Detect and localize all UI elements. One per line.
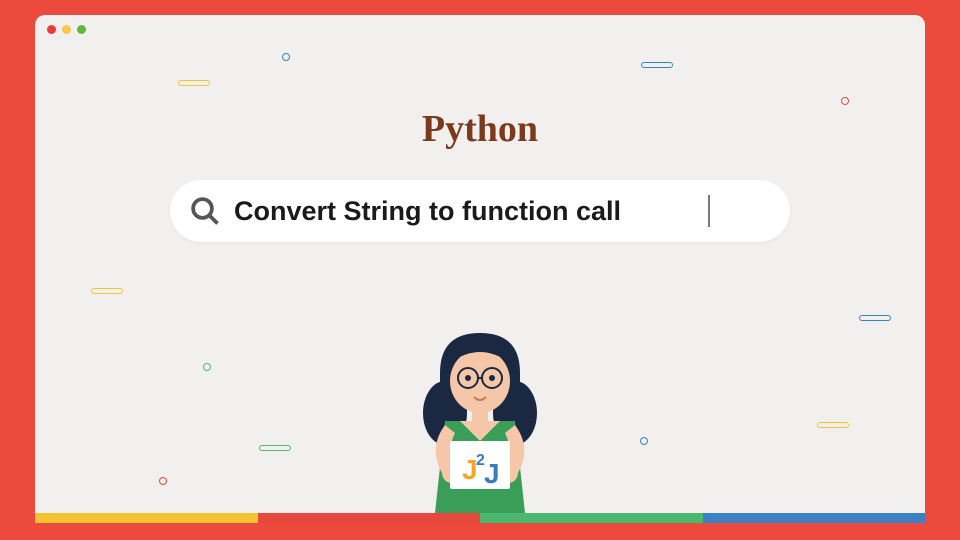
deco-circle — [159, 477, 167, 485]
text-cursor — [708, 195, 710, 227]
deco-pill — [91, 288, 123, 294]
close-dot — [47, 25, 56, 34]
deco-pill — [859, 315, 891, 321]
bottom-stripe — [35, 513, 925, 523]
deco-pill — [641, 62, 673, 68]
search-text: Convert String to function call — [234, 196, 700, 227]
search-bar[interactable]: Convert String to function call — [170, 180, 790, 242]
browser-window: Python Convert String to function call — [35, 15, 925, 523]
deco-circle — [282, 53, 290, 61]
search-icon — [190, 196, 220, 226]
logo-j2: J — [484, 458, 500, 489]
title-bar — [35, 15, 925, 43]
minimize-dot — [62, 25, 71, 34]
deco-pill — [817, 422, 849, 428]
deco-circle — [841, 97, 849, 105]
woman-illustration: J 2 J — [390, 313, 570, 513]
deco-circle — [203, 363, 211, 371]
deco-circle — [640, 437, 648, 445]
deco-pill — [259, 445, 291, 451]
maximize-dot — [77, 25, 86, 34]
deco-pill — [178, 80, 210, 86]
page-title: Python — [35, 107, 925, 151]
